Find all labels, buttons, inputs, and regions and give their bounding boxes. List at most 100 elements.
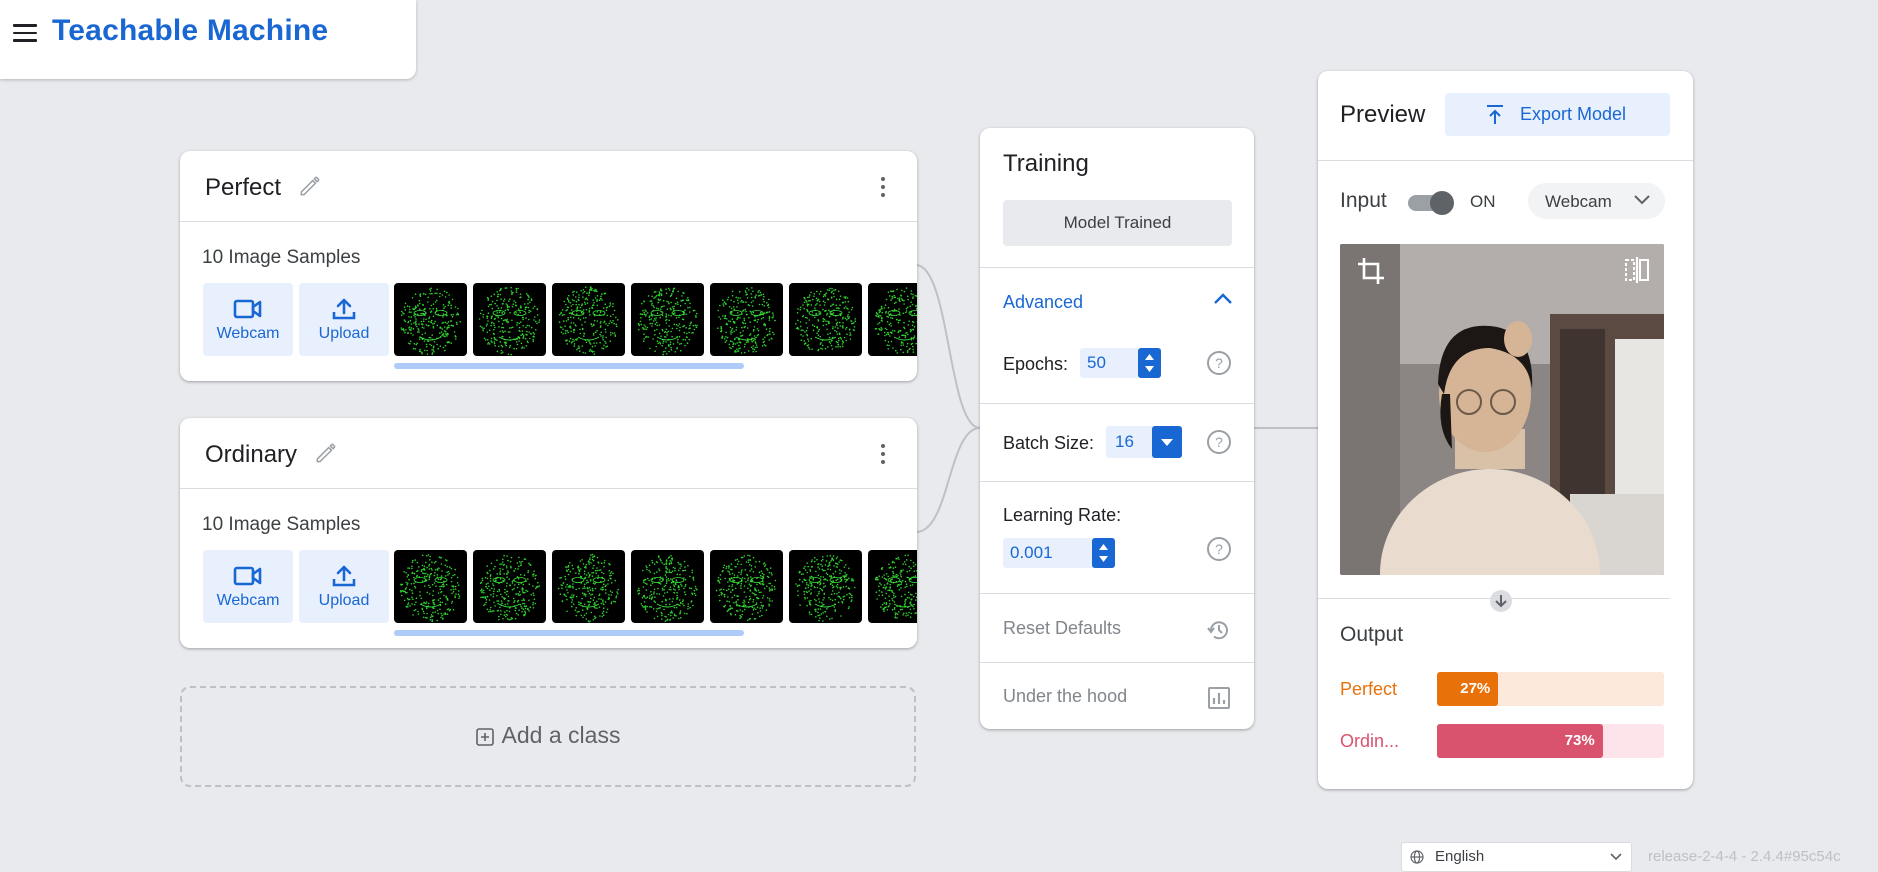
- webcam-feed: [1340, 244, 1664, 575]
- class-card-header: Ordinary: [180, 418, 917, 489]
- help-icon[interactable]: ?: [1206, 536, 1232, 562]
- class-options-kebab-icon[interactable]: [879, 444, 887, 468]
- version-text: release-2-4-4 - 2.4.4#95c54c: [1648, 848, 1841, 865]
- svg-text:?: ?: [1215, 355, 1223, 371]
- sample-thumbnail[interactable]: [473, 283, 546, 356]
- upload-button-label: Upload: [319, 325, 370, 342]
- chevron-down-icon: [1610, 853, 1622, 861]
- sample-thumbnail[interactable]: [394, 283, 467, 356]
- thumbnail-scrollbar[interactable]: [394, 630, 744, 636]
- training-title: Training: [1003, 150, 1089, 178]
- class-options-kebab-icon[interactable]: [879, 177, 887, 201]
- preview-title: Preview: [1340, 101, 1425, 129]
- input-source-select[interactable]: Webcam: [1528, 183, 1665, 219]
- train-model-button[interactable]: Model Trained: [1003, 200, 1232, 246]
- class-card-ordinary: Ordinary 10 Image Samples Webcam Upload: [180, 418, 917, 648]
- chevron-up-icon[interactable]: [1212, 292, 1234, 306]
- upload-button[interactable]: Upload: [299, 550, 389, 623]
- edit-pencil-icon[interactable]: [313, 440, 339, 466]
- preview-panel: Preview Export Model Input ON Webcam: [1318, 71, 1693, 789]
- chevron-down-icon: [1633, 194, 1651, 206]
- help-icon[interactable]: ?: [1206, 350, 1232, 376]
- sample-thumbnail[interactable]: [473, 550, 546, 623]
- arrow-down-icon[interactable]: [1489, 589, 1513, 613]
- epochs-stepper[interactable]: [1138, 348, 1161, 378]
- class-name[interactable]: Perfect: [205, 174, 281, 202]
- sample-thumbnail[interactable]: [789, 550, 862, 623]
- output-percent: 27%: [1460, 680, 1490, 697]
- learning-rate-label: Learning Rate:: [1003, 505, 1121, 526]
- upload-icon: [331, 564, 357, 588]
- output-bar-fill: 73%: [1437, 724, 1603, 758]
- upload-button[interactable]: Upload: [299, 283, 389, 356]
- flip-horizontal-icon[interactable]: [1624, 256, 1650, 284]
- thumbnail-scrollbar[interactable]: [394, 363, 744, 369]
- language-value: English: [1435, 848, 1484, 865]
- sample-thumbnail[interactable]: [631, 283, 704, 356]
- training-panel: Training Model Trained Advanced Epochs: …: [980, 128, 1254, 729]
- history-icon[interactable]: [1206, 617, 1232, 643]
- help-icon[interactable]: ?: [1206, 429, 1232, 455]
- epochs-value: 50: [1087, 353, 1106, 373]
- sample-thumbnail[interactable]: [868, 550, 917, 623]
- add-class-label: Add a class: [502, 722, 621, 748]
- video-camera-icon: [233, 297, 263, 321]
- learning-rate-input[interactable]: 0.001: [1003, 538, 1099, 568]
- epochs-label: Epochs:: [1003, 354, 1068, 375]
- sample-thumbnail[interactable]: [868, 283, 917, 356]
- toggle-state-label: ON: [1470, 192, 1496, 212]
- export-upload-icon: [1485, 104, 1505, 126]
- input-label: Input: [1340, 189, 1387, 213]
- batch-size-dropdown[interactable]: [1152, 426, 1182, 458]
- webcam-image: [1340, 244, 1664, 575]
- output-percent: 73%: [1565, 732, 1595, 749]
- webcam-button[interactable]: Webcam: [203, 550, 293, 623]
- advanced-toggle[interactable]: Advanced: [1003, 292, 1083, 313]
- sample-thumbnail[interactable]: [552, 283, 625, 356]
- output-label: Output: [1340, 623, 1403, 647]
- sample-thumbnail[interactable]: [710, 283, 783, 356]
- output-bar-fill: 27%: [1437, 672, 1498, 706]
- webcam-button-label: Webcam: [217, 592, 280, 609]
- video-camera-icon: [233, 564, 263, 588]
- upload-icon: [331, 297, 357, 321]
- app-title[interactable]: Teachable Machine: [52, 14, 328, 48]
- learning-rate-stepper[interactable]: [1092, 538, 1115, 568]
- upload-button-label: Upload: [319, 592, 370, 609]
- sample-thumbnail[interactable]: [552, 550, 625, 623]
- class-name[interactable]: Ordinary: [205, 441, 297, 469]
- divider: [1318, 160, 1693, 161]
- class-card-header: Perfect: [180, 151, 917, 222]
- sample-thumbnail[interactable]: [394, 550, 467, 623]
- output-class-label: Ordin...: [1340, 731, 1399, 752]
- output-bar-track: 73%: [1437, 724, 1664, 758]
- app-header: Teachable Machine: [0, 0, 416, 79]
- bar-chart-icon[interactable]: [1206, 685, 1232, 711]
- svg-text:?: ?: [1215, 541, 1223, 557]
- output-bar-track: 27%: [1437, 672, 1664, 706]
- divider: [980, 403, 1254, 404]
- sample-count: 10 Image Samples: [202, 514, 360, 536]
- export-model-label: Export Model: [1520, 104, 1626, 125]
- dropdown-arrow-icon: [1152, 426, 1182, 458]
- sample-thumbnail[interactable]: [789, 283, 862, 356]
- learning-rate-value: 0.001: [1010, 543, 1053, 563]
- divider: [980, 662, 1254, 663]
- under-the-hood-button[interactable]: Under the hood: [1003, 686, 1127, 707]
- input-source-value: Webcam: [1545, 192, 1612, 212]
- stepper-arrows-icon: [1138, 348, 1161, 378]
- input-toggle[interactable]: [1408, 191, 1454, 215]
- reset-defaults-button[interactable]: Reset Defaults: [1003, 618, 1121, 639]
- edit-pencil-icon[interactable]: [297, 173, 323, 199]
- export-model-button[interactable]: Export Model: [1445, 93, 1670, 136]
- webcam-button[interactable]: Webcam: [203, 283, 293, 356]
- sample-thumbnails: [394, 550, 917, 624]
- sample-thumbnail[interactable]: [710, 550, 783, 623]
- divider: [980, 267, 1254, 268]
- sample-thumbnail[interactable]: [631, 550, 704, 623]
- add-class-button[interactable]: Add a class: [180, 686, 916, 787]
- crop-icon[interactable]: [1356, 256, 1386, 286]
- hamburger-menu-icon[interactable]: [13, 24, 37, 44]
- divider: [980, 481, 1254, 482]
- epochs-input[interactable]: 50: [1080, 348, 1140, 378]
